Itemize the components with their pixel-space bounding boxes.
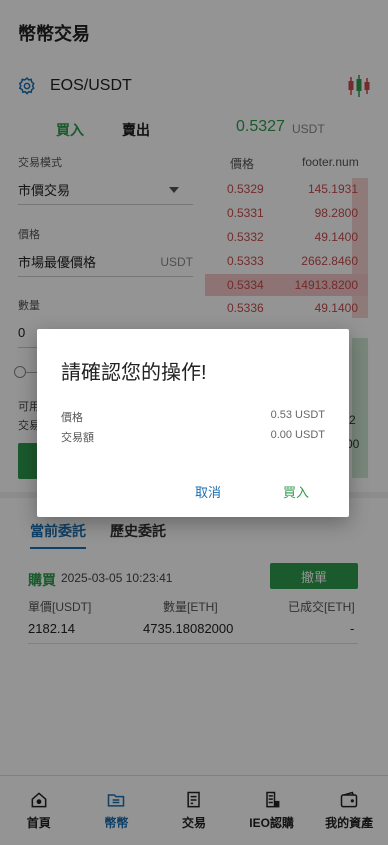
confirm-dialog: 請確認您的操作! 價格 0.53 USDT 交易額 0.00 USDT 取消 買… [37, 329, 349, 517]
trade-page: 幣幣交易 EOS/USDT 買入 賣出 0.5327 USDT 交易模式 市價交… [0, 0, 388, 845]
dialog-price-value: 0.53 USDT [270, 409, 325, 421]
dialog-volume-row: 交易額 0.00 USDT [61, 429, 325, 445]
dialog-volume-label: 交易額 [61, 432, 94, 444]
dialog-title: 請確認您的操作! [61, 362, 207, 384]
dialog-volume-value: 0.00 USDT [270, 429, 325, 441]
dialog-price-label: 價格 [61, 412, 83, 424]
dialog-confirm-button[interactable]: 買入 [283, 482, 309, 501]
dialog-price-row: 價格 0.53 USDT [61, 409, 325, 425]
dialog-cancel-button[interactable]: 取消 [195, 482, 221, 501]
